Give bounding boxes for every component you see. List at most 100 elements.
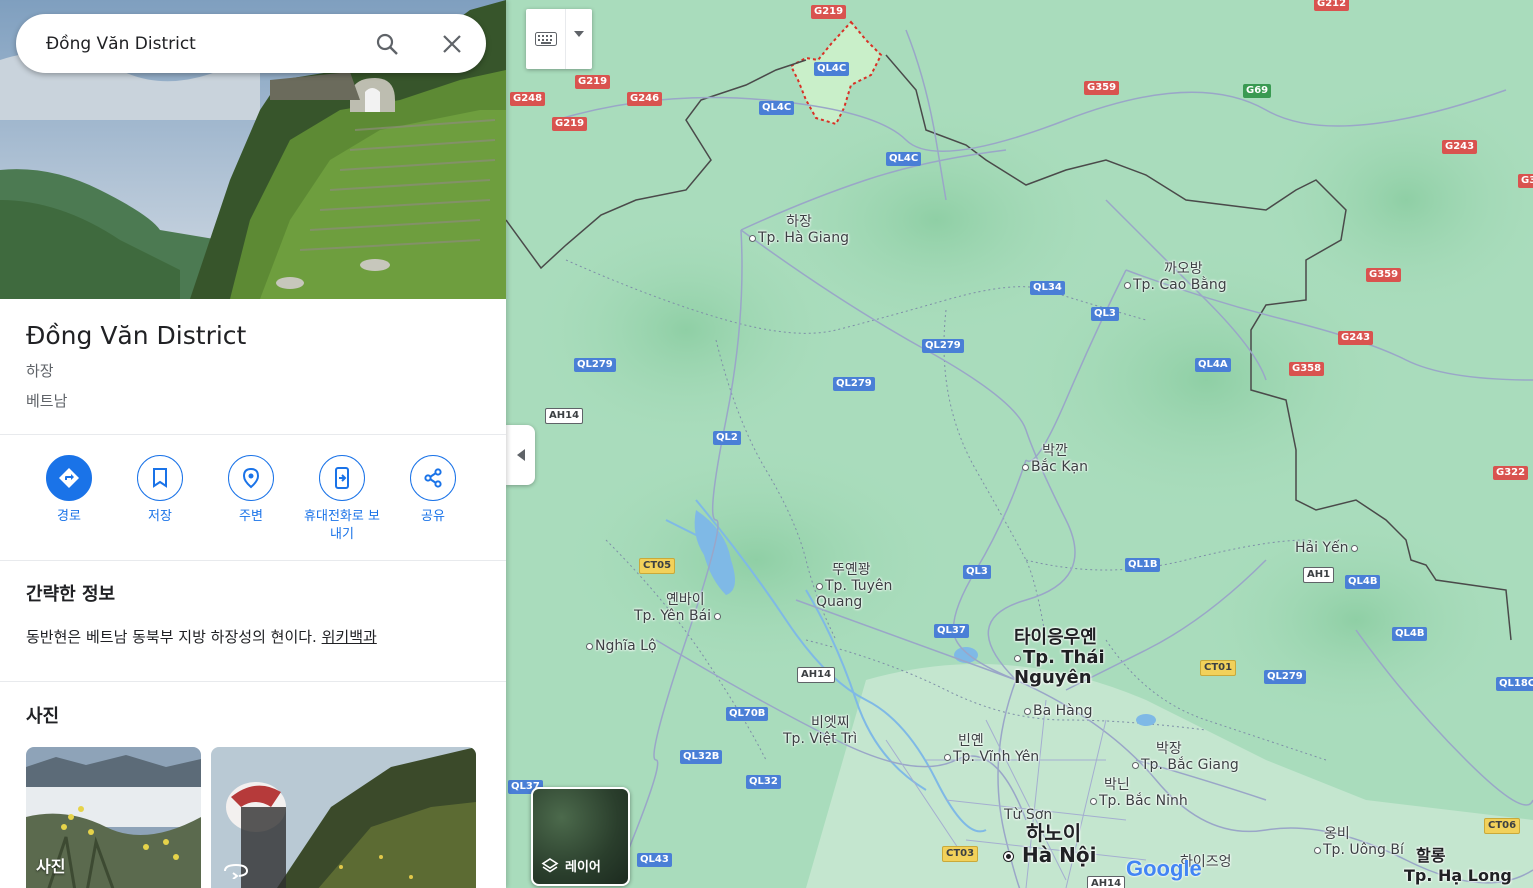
nearby-label: 주변	[239, 509, 263, 524]
place-ha-noi[interactable]: 하노이 Hà Nội	[1004, 822, 1097, 866]
road-shield: G243	[1338, 331, 1374, 345]
place-ko: 옌바이	[666, 592, 705, 608]
place-uong-bi[interactable]: 옹비 Tp. Uông Bí	[1314, 826, 1404, 858]
place-yen-bai[interactable]: 옌바이 Tp. Yên Bái	[634, 592, 723, 624]
road-shield: QL3	[1091, 307, 1119, 321]
photos-heading: 사진	[26, 706, 60, 727]
place-bac-giang[interactable]: 박장 Tp. Bắc Giang	[1132, 741, 1239, 773]
search-icon[interactable]	[372, 29, 402, 59]
divider	[0, 560, 506, 561]
place-vi: Tp. Uông Bí	[1323, 842, 1404, 858]
place-bac-ninh[interactable]: 박닌 Tp. Bắc Ninh	[1090, 777, 1188, 809]
road-shield: QL18C	[1496, 677, 1533, 691]
road-shield: AH14	[545, 408, 584, 424]
layers-icon	[541, 857, 559, 872]
place-vi: Bắc Kạn	[1031, 459, 1088, 475]
collapse-panel-button[interactable]	[506, 425, 535, 485]
about-heading: 간략한 정보	[26, 584, 116, 605]
send-to-phone-button[interactable]: 휴대전화로 보 내기	[297, 455, 387, 544]
save-button[interactable]: 저장	[115, 455, 205, 526]
input-tools[interactable]	[526, 9, 592, 69]
place-ko: 비엣찌	[811, 715, 850, 731]
road-shield: QL70B	[726, 707, 769, 721]
share-button[interactable]: 공유	[388, 455, 478, 526]
chevron-left-icon	[516, 449, 525, 461]
share-label: 공유	[421, 509, 445, 524]
search-input[interactable]	[46, 33, 356, 54]
road-shield: QL3	[963, 565, 991, 579]
road-shield: QL1B	[1125, 558, 1161, 572]
place-ko: 박장	[1156, 741, 1182, 757]
road-shield: CT01	[1200, 660, 1237, 676]
road-shield: G246	[627, 92, 663, 106]
road-shield: G248	[510, 92, 546, 106]
place-vi: Tp. Bắc Ninh	[1099, 793, 1188, 809]
place-vi: Hải Yến	[1295, 540, 1349, 556]
place-ko: 옹비	[1324, 826, 1350, 842]
place-ko: 하장	[786, 214, 812, 230]
place-nghia-lo[interactable]: Nghĩa Lộ	[586, 638, 657, 654]
nearby-button[interactable]: 주변	[206, 455, 296, 526]
360-icon	[224, 863, 249, 879]
place-ha-long[interactable]: 할롱 Tp. Hạ Long	[1404, 846, 1512, 886]
photo-label: 사진	[36, 857, 66, 876]
road-shield: AH14	[1087, 876, 1126, 888]
place-hai-yen[interactable]: Hải Yến	[1295, 540, 1360, 556]
place-cao-bang[interactable]: 까오방 Tp. Cao Bằng	[1124, 261, 1227, 293]
keyboard-icon[interactable]	[526, 9, 566, 69]
place-dot	[1022, 463, 1029, 471]
road-shield: CT05	[639, 558, 676, 574]
wikipedia-link[interactable]: 위키백과	[322, 628, 377, 646]
divider	[0, 434, 506, 435]
place-dot	[1132, 761, 1139, 769]
map-canvas[interactable]: 하장 Tp. Hà Giang 까오방 Tp. Cao Bằng 박깐 Bắc Kạn…	[506, 0, 1533, 888]
place-dot	[586, 642, 593, 650]
close-icon[interactable]	[437, 29, 467, 59]
place-tuyen-quang[interactable]: 뚜옌꽝 Tp. Tuyên Quang	[816, 562, 896, 610]
photo-image	[211, 747, 476, 888]
road-shield: CT06	[1484, 818, 1521, 834]
send-to-phone-icon	[319, 455, 365, 501]
google-logo: Google	[1126, 856, 1202, 882]
place-title: Đồng Văn District	[26, 321, 247, 350]
road-shield: AH14	[797, 667, 836, 683]
place-viet-tri[interactable]: 비엣찌 Tp. Việt Trì	[783, 715, 857, 747]
place-panel: Đồng Văn District 하장 베트남 경로 저장 주변 휴대전화로 …	[0, 0, 506, 888]
road-shield: QL279	[574, 358, 616, 372]
photo-thumbnail[interactable]: 사진	[26, 747, 201, 888]
place-dot	[944, 753, 951, 761]
bookmark-icon	[137, 455, 183, 501]
place-vi: Tp. Thái Nguyên	[1014, 647, 1105, 688]
place-ha-giang[interactable]: 하장 Tp. Hà Giang	[749, 214, 849, 246]
place-vi: Tp. Cao Bằng	[1133, 277, 1227, 293]
place-vinh-yen[interactable]: 빈옌 Tp. Vĩnh Yên	[944, 733, 1039, 765]
search-box[interactable]	[16, 14, 486, 73]
road-shield: G358	[1289, 362, 1325, 376]
place-dot	[1124, 281, 1131, 289]
road-shield: G69	[1243, 84, 1272, 98]
place-ba-hang[interactable]: Ba Hàng	[1024, 703, 1093, 719]
divider	[0, 681, 506, 682]
place-bac-kan[interactable]: 박깐 Bắc Kạn	[1022, 443, 1088, 475]
place-thai-nguyen[interactable]: 타이응우옌 Tp. Thái Nguyên	[1014, 628, 1134, 688]
layers-label: 레이어	[565, 860, 601, 875]
place-vi: Tp. Hà Giang	[758, 230, 849, 246]
place-dot	[749, 234, 756, 242]
photo-thumbnail[interactable]	[211, 747, 476, 888]
about-text-block: 동반현은 베트남 동북부 지방 하장성의 현이다. 위키백과	[26, 626, 377, 647]
place-region: 하장	[26, 362, 54, 380]
road-shield: QL43	[637, 853, 672, 867]
nearby-icon	[228, 455, 274, 501]
place-ko: 까오방	[1164, 261, 1203, 277]
capital-dot	[1004, 852, 1013, 861]
place-vi: Ba Hàng	[1033, 703, 1093, 719]
road-shield: G219	[811, 5, 847, 19]
chevron-down-icon[interactable]	[566, 9, 592, 69]
road-shield: QL2	[713, 431, 741, 445]
road-shield: QL279	[922, 339, 964, 353]
road-shield: G219	[575, 75, 611, 89]
place-dot	[1314, 846, 1321, 854]
directions-button[interactable]: 경로	[24, 455, 114, 526]
layers-button[interactable]: 레이어	[531, 787, 630, 886]
road-shield: G359	[1084, 81, 1120, 95]
